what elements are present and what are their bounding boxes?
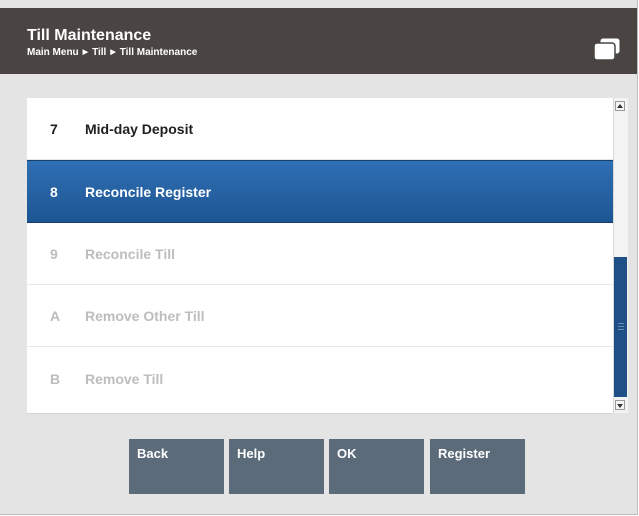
menu-item-key: A [50, 308, 61, 324]
breadcrumb-item-till-maintenance: Till Maintenance [119, 47, 198, 58]
help-button[interactable]: Help [229, 439, 324, 494]
menu-item-remove-other-till[interactable]: A Remove Other Till [27, 285, 613, 347]
menu-item-key: 9 [50, 246, 58, 262]
menu-item-label: Reconcile Register [85, 184, 212, 200]
menu-item-reconcile-till[interactable]: 9 Reconcile Till [27, 223, 613, 285]
arrow-up-icon [617, 104, 623, 108]
header-bar: Till Maintenance Main Menu ▶ Till ▶ Till Mai… [0, 8, 637, 74]
menu-list: 7 Mid-day Deposit 8 Reconcile Register 9… [27, 98, 613, 414]
list-scrollbar[interactable] [613, 98, 628, 413]
breadcrumb-separator-icon: ▶ [82, 49, 89, 56]
scroll-up-button[interactable] [615, 101, 625, 111]
menu-item-key: 7 [50, 121, 58, 137]
back-button[interactable]: Back [129, 439, 224, 494]
menu-item-label: Remove Till [85, 371, 164, 387]
menu-item-reconcile-register[interactable]: 8 Reconcile Register [27, 160, 613, 223]
menu-item-label: Reconcile Till [85, 246, 175, 262]
grip-line [618, 323, 624, 324]
grip-line [618, 326, 624, 327]
breadcrumb-item-till: Till [92, 47, 107, 58]
menu-item-key: B [50, 371, 61, 387]
register-button[interactable]: Register [430, 439, 525, 494]
scroll-down-button[interactable] [615, 400, 625, 410]
ok-button[interactable]: OK [329, 439, 424, 494]
scroll-thumb[interactable] [614, 257, 627, 397]
menu-item-key: 8 [50, 184, 58, 200]
menu-item-label: Remove Other Till [85, 308, 205, 324]
arrow-down-icon [617, 404, 623, 408]
page-title: Till Maintenance [27, 27, 152, 44]
menu-item-remove-till[interactable]: B Remove Till [27, 348, 613, 410]
grip-line [618, 329, 624, 330]
breadcrumb-separator-icon: ▶ [110, 49, 116, 56]
breadcrumb: Main Menu ▶ Till ▶ Till Maintenance [27, 47, 197, 59]
window-stack-icon[interactable] [592, 36, 622, 62]
menu-item-label: Mid-day Deposit [85, 121, 194, 137]
menu-item-mid-day-deposit[interactable]: 7 Mid-day Deposit [27, 98, 613, 160]
app-window: Till Maintenance Main Menu ▶ Till ▶ Till Mai… [0, 0, 638, 515]
breadcrumb-item-main-menu: Main Menu [27, 47, 79, 58]
